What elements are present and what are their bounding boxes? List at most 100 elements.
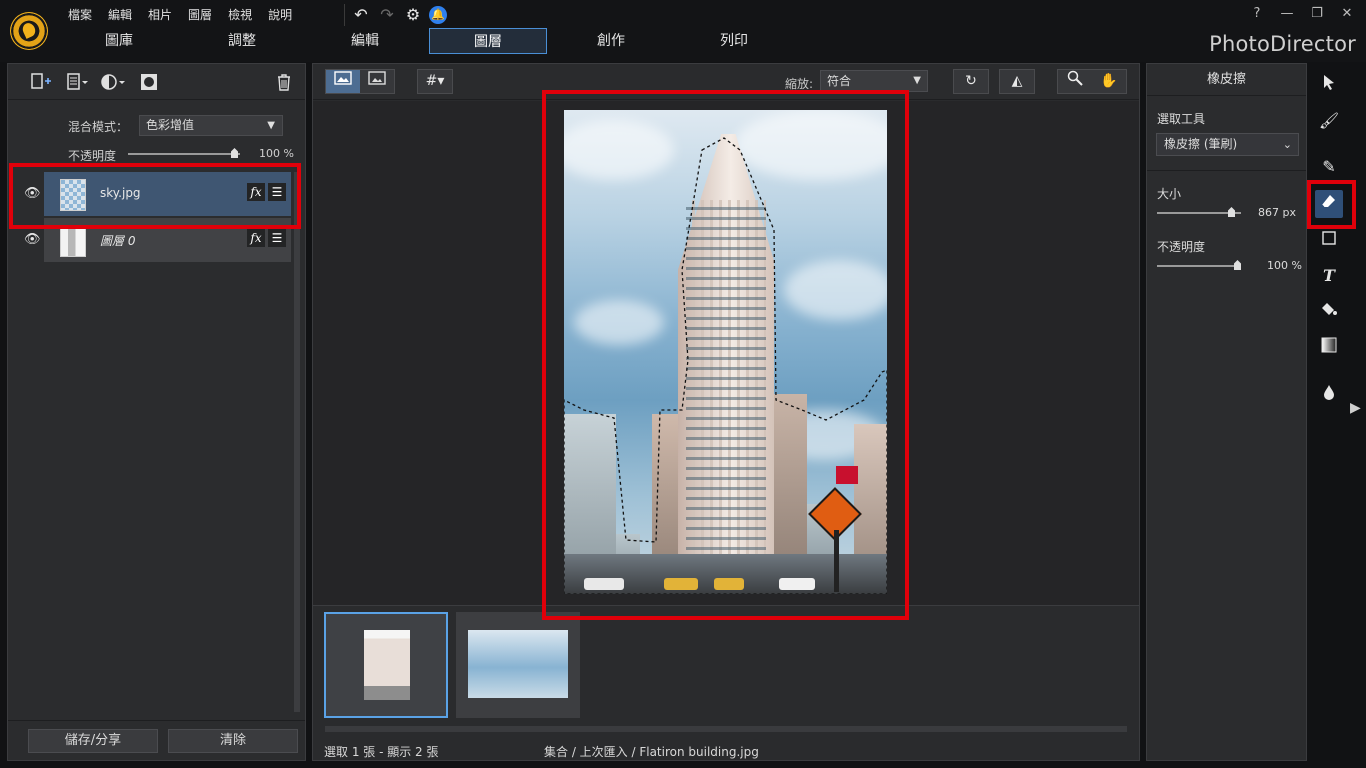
select-arrow-icon[interactable] xyxy=(1315,71,1343,99)
settings-gear-icon[interactable]: ⚙ xyxy=(403,5,423,25)
layers-panel: 混合模式： 色彩增值 ▼ 不透明度 100 % 👁 sky.jpg fx ☰ 👁… xyxy=(7,63,306,761)
workspace: #▾ 縮放: 符合 ▼ ↻ ◭ ✋ 選取 1 張 - 顯示 2 張 集合 / 上… xyxy=(312,63,1140,761)
layer-adjust-sliders-icon[interactable]: ☰ xyxy=(268,229,286,247)
film-item-building[interactable] xyxy=(324,612,448,718)
eraser-opacity-slider[interactable] xyxy=(1157,265,1241,267)
layers-scrollbar[interactable] xyxy=(294,172,300,712)
layer-item-sky[interactable]: 👁 sky.jpg fx ☰ xyxy=(18,172,291,216)
layer-list: 👁 sky.jpg fx ☰ 👁 圖層 0 fx ☰ xyxy=(18,172,291,262)
notification-bell-icon[interactable]: 🔔 xyxy=(429,6,447,24)
blend-mode-select[interactable]: 色彩增值 ▼ xyxy=(139,115,283,136)
zoom-value: 符合 xyxy=(827,74,852,88)
layer-name: sky.jpg xyxy=(100,186,141,200)
app-logo xyxy=(10,12,48,50)
gradient-icon[interactable] xyxy=(1315,334,1343,362)
eraser-opacity-slider-thumb[interactable] xyxy=(1234,260,1241,270)
layer-mask-icon[interactable] xyxy=(140,72,158,92)
chevron-down-icon: ⌄ xyxy=(1282,138,1292,151)
mode-tabs: 圖庫 調整 編輯 圖層 創作 列印 xyxy=(60,28,798,56)
zoom-select[interactable]: 符合 ▼ xyxy=(820,70,928,92)
blend-mode-label: 混合模式： xyxy=(68,120,129,134)
view-toolbar: #▾ 縮放: 符合 ▼ ↻ ◭ ✋ xyxy=(313,64,1139,100)
trash-icon[interactable] xyxy=(276,72,292,92)
tab-edit[interactable]: 編輯 xyxy=(306,28,424,54)
menu-bar: 檔案 編輯 相片 圖層 檢視 說明 xyxy=(60,4,300,26)
layer-opacity-value: 100 % xyxy=(259,147,294,160)
view-mode-group xyxy=(325,69,395,94)
rectangle-icon[interactable] xyxy=(1315,226,1343,254)
undo-icon[interactable]: ↶ xyxy=(351,5,371,25)
collapse-right-arrow-icon[interactable]: ▶ xyxy=(1350,400,1361,416)
menu-help[interactable]: 說明 xyxy=(260,4,300,26)
zoom-magnifier-icon[interactable] xyxy=(1058,70,1092,93)
eye-visibility-icon[interactable]: 👁 xyxy=(24,186,41,201)
layer-opacity-slider-thumb[interactable] xyxy=(231,148,238,158)
title-bar: 檔案 編輯 相片 圖層 檢視 說明 ↶ ↷ ⚙ 🔔 圖庫 調整 編輯 圖層 創作… xyxy=(0,0,1366,62)
save-share-button[interactable]: 儲存/分享 xyxy=(28,729,158,753)
film-item-sky[interactable] xyxy=(456,612,580,718)
adjustment-layer-icon[interactable] xyxy=(100,72,126,92)
blur-drop-icon[interactable] xyxy=(1315,381,1343,409)
menu-layer[interactable]: 圖層 xyxy=(180,4,220,26)
film-thumbnail xyxy=(468,630,568,698)
tool-rail: 🖌 ✎ T xyxy=(1310,63,1350,463)
photo-canvas[interactable] xyxy=(564,110,887,594)
filmstrip-scrollbar[interactable] xyxy=(325,726,1127,732)
select-tool-label: 選取工具 xyxy=(1157,112,1206,126)
layer-item-base[interactable]: 👁 圖層 0 fx ☰ xyxy=(18,218,291,262)
brush-size-slider-thumb[interactable] xyxy=(1228,207,1235,217)
grid-icon[interactable]: #▾ xyxy=(418,70,452,93)
add-layer-icon[interactable] xyxy=(30,72,52,92)
redo-icon[interactable]: ↷ xyxy=(377,5,397,25)
chevron-down-icon: ▼ xyxy=(267,120,275,131)
close-button[interactable]: ✕ xyxy=(1334,4,1360,24)
filmstrip xyxy=(313,606,1139,740)
eraser-tool-select[interactable]: 橡皮擦 (筆刷) ⌄ xyxy=(1156,133,1299,156)
layer-thumbnail xyxy=(60,225,86,257)
compare-view-icon[interactable] xyxy=(360,70,394,93)
tab-adjust[interactable]: 調整 xyxy=(183,28,301,54)
minimize-button[interactable]: — xyxy=(1274,4,1300,24)
clear-button[interactable]: 清除 xyxy=(168,729,298,753)
fx-icon[interactable]: fx xyxy=(247,229,265,247)
eraser-opacity-label: 不透明度 xyxy=(1157,240,1206,254)
brush-select-icon[interactable]: 🖌 xyxy=(1315,107,1343,135)
menu-photo[interactable]: 相片 xyxy=(140,4,180,26)
tab-library[interactable]: 圖庫 xyxy=(60,28,178,54)
layer-item-body[interactable]: 圖層 0 fx ☰ xyxy=(44,218,291,262)
tab-layers[interactable]: 圖層 xyxy=(429,28,547,54)
restore-button[interactable]: ❐ xyxy=(1304,4,1330,24)
menu-view[interactable]: 檢視 xyxy=(220,4,260,26)
eraser-tool-value: 橡皮擦 (筆刷) xyxy=(1164,137,1238,151)
help-button[interactable]: ? xyxy=(1244,4,1270,24)
text-icon[interactable]: T xyxy=(1315,262,1343,290)
rotate-group: ↻ xyxy=(953,69,989,94)
brush-size-label: 大小 xyxy=(1157,187,1182,201)
eye-visibility-icon[interactable]: 👁 xyxy=(24,232,41,247)
canvas-area[interactable] xyxy=(313,101,1139,605)
window-controls: ? — ❐ ✕ xyxy=(1244,4,1360,24)
single-view-icon[interactable] xyxy=(326,70,360,93)
flip-icon[interactable]: ◭ xyxy=(1000,70,1034,93)
menu-file[interactable]: 檔案 xyxy=(60,4,100,26)
tab-print[interactable]: 列印 xyxy=(675,28,793,54)
rotate-icon[interactable]: ↻ xyxy=(954,70,988,93)
layer-opacity-slider[interactable] xyxy=(128,153,240,155)
layer-thumbnail xyxy=(60,179,86,211)
flip-group: ◭ xyxy=(999,69,1035,94)
layer-adjust-sliders-icon[interactable]: ☰ xyxy=(268,183,286,201)
layer-item-body[interactable]: sky.jpg fx ☰ xyxy=(44,172,291,216)
layers-footer: 儲存/分享 清除 xyxy=(8,720,305,760)
brush-size-value: 867 px xyxy=(1258,206,1296,219)
panel-title: 橡皮擦 xyxy=(1147,64,1306,96)
pencil-icon[interactable]: ✎ xyxy=(1315,153,1343,181)
fx-icon[interactable]: fx xyxy=(247,183,265,201)
zoom-label: 縮放: xyxy=(785,77,814,91)
navigation-group: ✋ xyxy=(1057,69,1127,94)
tab-create[interactable]: 創作 xyxy=(552,28,670,54)
layer-menu-icon[interactable] xyxy=(66,72,90,92)
eraser-icon[interactable] xyxy=(1315,190,1343,218)
menu-edit[interactable]: 編輯 xyxy=(100,4,140,26)
paint-bucket-icon[interactable] xyxy=(1315,298,1343,326)
hand-pan-icon[interactable]: ✋ xyxy=(1092,70,1126,93)
